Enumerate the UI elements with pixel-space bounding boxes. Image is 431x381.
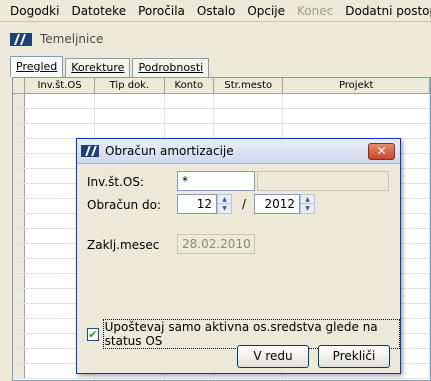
table-cell[interactable] — [95, 124, 165, 138]
table-cell[interactable] — [214, 94, 284, 108]
window-title: Temeljnice — [40, 32, 104, 46]
table-cell[interactable] — [95, 94, 165, 108]
month-down-icon[interactable]: ▼ — [218, 204, 231, 213]
row-indicator[interactable] — [13, 334, 25, 348]
menu-datoteke[interactable]: Datoteke — [65, 0, 132, 22]
year-down-icon[interactable]: ▼ — [301, 204, 314, 213]
grid-row-indicator-header — [13, 78, 25, 93]
menu-opcije[interactable]: Opcije — [241, 0, 291, 22]
table-cell[interactable] — [283, 94, 430, 108]
table-row[interactable] — [13, 124, 430, 139]
inv-st-os-label: Inv.št.OS: — [87, 175, 145, 189]
table-cell[interactable] — [283, 124, 430, 138]
row-indicator[interactable] — [13, 349, 25, 363]
tab-pregled-label: Pregled — [16, 60, 58, 73]
table-cell[interactable] — [165, 124, 215, 138]
status-checkbox[interactable]: ✔ — [87, 327, 99, 341]
row-indicator[interactable] — [13, 169, 25, 183]
table-cell[interactable] — [214, 109, 284, 123]
window-title-bar: Temeljnice — [0, 26, 431, 52]
table-cell[interactable] — [25, 124, 96, 138]
month-up-icon[interactable]: ▲ — [218, 195, 231, 204]
row-indicator[interactable] — [13, 214, 25, 228]
table-row[interactable] — [13, 109, 430, 124]
column-header-inv-st-os[interactable]: Inv.št.OS — [25, 78, 96, 93]
close-button[interactable]: ✕ — [368, 143, 395, 160]
month-spinner[interactable]: ▲ ▼ — [217, 194, 232, 214]
table-cell[interactable] — [95, 109, 165, 123]
tab-podrobnosti-label: Podrobnosti — [138, 61, 204, 74]
table-cell[interactable] — [283, 109, 430, 123]
row-indicator[interactable] — [13, 139, 25, 153]
column-header-konto[interactable]: Konto — [165, 78, 215, 93]
menu-dodatni-postopki[interactable]: Dodatni postopki — [339, 0, 431, 22]
cancel-button[interactable]: Prekliči — [318, 345, 390, 368]
grid-header: Inv.št.OS Tip dok. Konto Str.mesto Proje… — [13, 78, 430, 94]
year-input[interactable]: 2012 — [254, 194, 300, 214]
table-cell[interactable] — [165, 94, 215, 108]
row-indicator[interactable] — [13, 304, 25, 318]
row-indicator[interactable] — [13, 184, 25, 198]
year-up-icon[interactable]: ▲ — [301, 195, 314, 204]
tab-podrobnosti[interactable]: Podrobnosti — [132, 58, 210, 77]
row-indicator[interactable] — [13, 259, 25, 273]
obracun-amortizacije-dialog: Obračun amortizacije ✕ Inv.št.OS: * Obra… — [76, 138, 401, 374]
column-header-projekt[interactable]: Projekt — [283, 78, 430, 93]
dialog-app-icon — [81, 145, 99, 157]
inv-st-os-input[interactable]: * — [177, 171, 255, 191]
month-year-separator: / — [242, 197, 247, 211]
menu-porocila[interactable]: Poročila — [132, 0, 191, 22]
row-indicator[interactable] — [13, 244, 25, 258]
table-row[interactable] — [13, 94, 430, 109]
zaklj-mesec-field: 28.02.2010 — [177, 234, 255, 254]
table-cell[interactable] — [25, 94, 96, 108]
row-indicator[interactable] — [13, 289, 25, 303]
zaklj-mesec-label: Zaklj.mesec — [87, 238, 160, 252]
menu-bar: Dogodki Datoteke Poročila Ostalo Opcije … — [0, 0, 431, 22]
menu-konec: Konec — [297, 3, 334, 18]
column-header-str-mesto[interactable]: Str.mesto — [214, 78, 284, 93]
row-indicator[interactable] — [13, 274, 25, 288]
month-input[interactable]: 12 — [177, 194, 217, 214]
row-indicator[interactable] — [13, 364, 25, 378]
table-cell[interactable] — [214, 124, 284, 138]
tab-korekture-label: Korekture — [71, 61, 125, 74]
tab-pregled[interactable]: Pregled — [10, 56, 64, 77]
table-cell[interactable] — [165, 109, 215, 123]
row-indicator[interactable] — [13, 124, 25, 138]
menu-dogodki[interactable]: Dogodki — [4, 0, 65, 22]
row-indicator[interactable] — [13, 319, 25, 333]
tab-korekture[interactable]: Korekture — [65, 58, 131, 77]
obracun-do-label: Obračun do: — [87, 198, 161, 212]
row-indicator[interactable] — [13, 199, 25, 213]
tab-strip: Pregled Korekture Podrobnosti — [10, 56, 211, 77]
dialog-title-bar: Obračun amortizacije — [77, 139, 400, 164]
menu-ostalo[interactable]: Ostalo — [191, 0, 241, 22]
row-indicator[interactable] — [13, 94, 25, 108]
dialog-title: Obračun amortizacije — [105, 144, 234, 158]
year-spinner[interactable]: ▲ ▼ — [300, 194, 315, 214]
table-cell[interactable] — [25, 109, 96, 123]
row-indicator[interactable] — [13, 229, 25, 243]
app-logo-icon — [10, 32, 32, 46]
column-header-tip-dok[interactable]: Tip dok. — [95, 78, 165, 93]
row-indicator[interactable] — [13, 109, 25, 123]
inv-st-os-description — [257, 171, 389, 191]
ok-button[interactable]: V redu — [237, 345, 309, 368]
row-indicator[interactable] — [13, 154, 25, 168]
